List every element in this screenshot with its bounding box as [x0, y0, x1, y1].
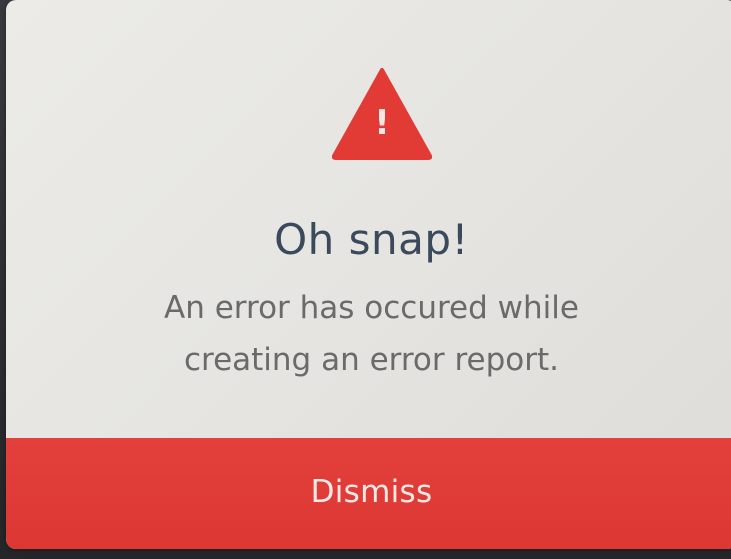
- exclamation-mark: !: [374, 103, 390, 143]
- error-dialog: ! Oh snap! An error has occured while cr…: [6, 0, 731, 549]
- error-message-line-1: An error has occured while: [164, 290, 579, 326]
- error-message-line-2: creating an error report.: [183, 342, 560, 378]
- dismiss-button[interactable]: Dismiss: [6, 438, 731, 549]
- dialog-title: Oh snap!: [274, 215, 469, 264]
- warning-triangle-icon: !: [332, 68, 432, 160]
- error-message: An error has occured while creating an e…: [6, 282, 731, 386]
- screen: ! Oh snap! An error has occured while cr…: [0, 0, 731, 559]
